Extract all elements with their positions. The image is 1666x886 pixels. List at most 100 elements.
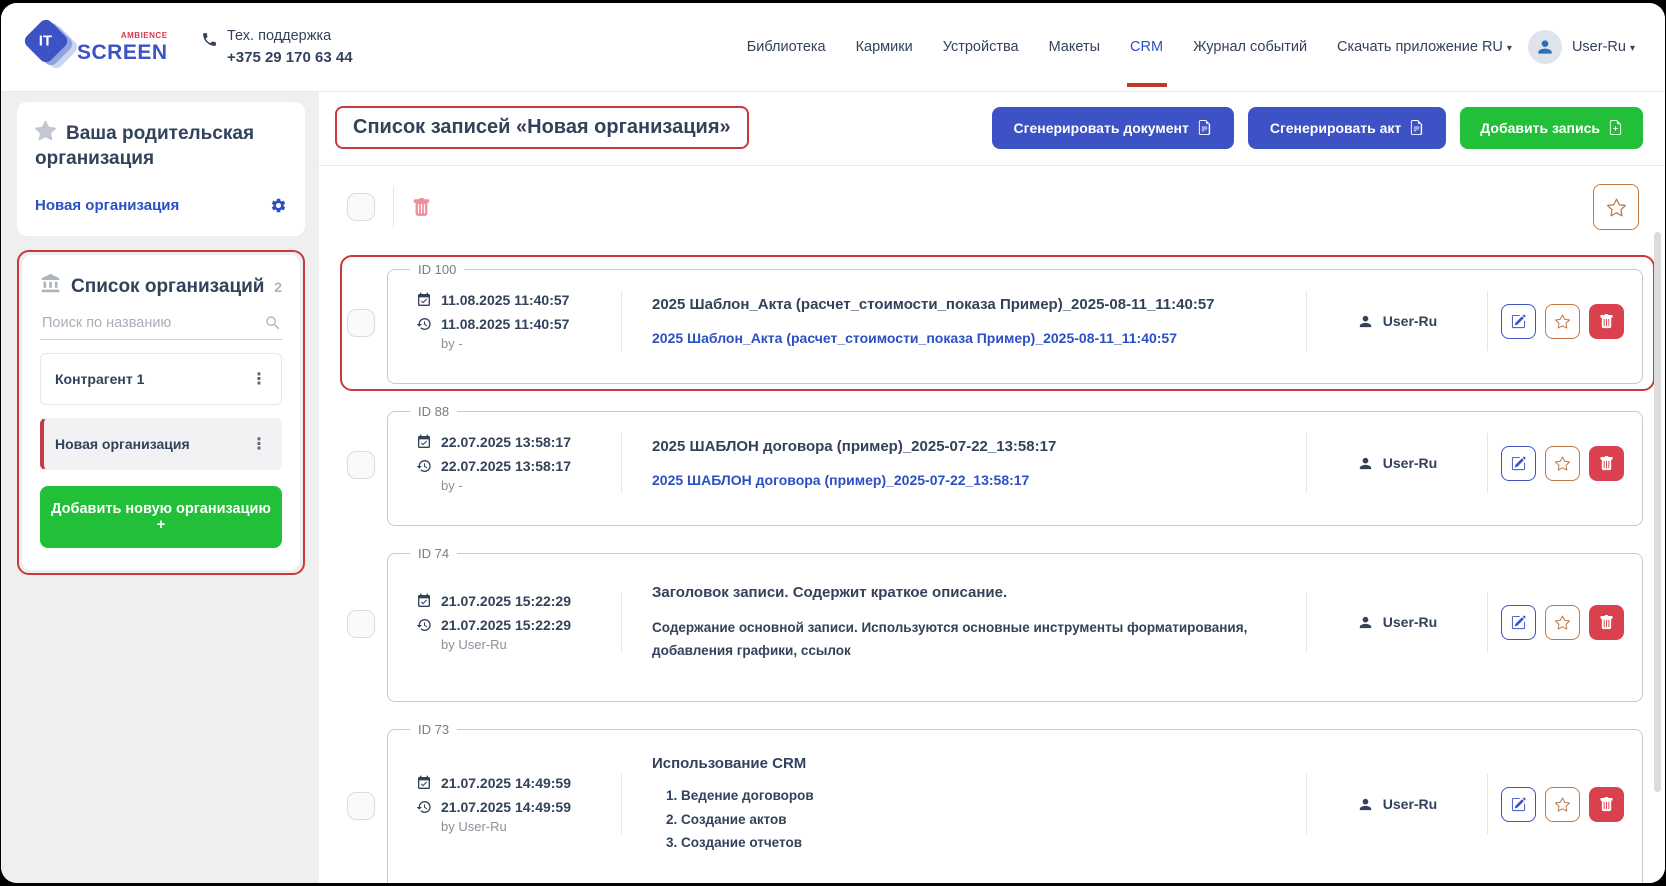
created-date: 21.07.2025 15:22:29 — [441, 592, 571, 610]
parent-org-link[interactable]: Новая организация — [35, 197, 179, 214]
record-link[interactable]: 2025 Шаблон_Акта (расчет_стоимости_показ… — [652, 329, 1276, 349]
record-list-item: 2. Создание актов — [666, 808, 1276, 832]
record-row-id-100: ID 100 11.08.2025 11:40:57 11.08.2025 11… — [347, 262, 1643, 384]
nav-layouts[interactable]: Макеты — [1049, 33, 1100, 61]
logo-diamond-icon: IT — [29, 24, 69, 64]
gear-icon[interactable] — [270, 197, 287, 214]
record-id-label: ID 88 — [410, 404, 457, 419]
pencil-square-icon — [1511, 456, 1526, 471]
nav-karmiki[interactable]: Кармики — [856, 33, 913, 61]
divider — [393, 187, 394, 227]
record-checkbox[interactable] — [347, 610, 375, 638]
record-user: User-Ru — [1307, 455, 1487, 472]
add-record-button[interactable]: Добавить запись — [1460, 107, 1643, 149]
org-count-badge: 2 — [274, 279, 282, 295]
org-list-annotation: Список организаций 2 Контрагент 1 ⋮ Нова… — [17, 250, 305, 575]
calendar-icon — [416, 292, 432, 308]
support-block: Тех. поддержка +375 29 170 63 44 — [201, 28, 353, 66]
org-search-input[interactable] — [40, 314, 264, 332]
org-item-novaya-organizatsiya[interactable]: Новая организация ⋮ — [40, 418, 282, 470]
favorites-filter-button[interactable] — [1593, 184, 1639, 230]
favorite-record-button[interactable] — [1545, 605, 1580, 640]
modified-by: by - — [441, 336, 569, 351]
record-row-id-73: ID 73 21.07.2025 14:49:59 21.07.2025 14:… — [347, 722, 1643, 883]
record-row-id-88: ID 88 22.07.2025 13:58:17 22.07.2025 13:… — [347, 404, 1643, 526]
edit-record-button[interactable] — [1501, 787, 1536, 822]
user-menu[interactable]: User-Ru ▾ — [1572, 39, 1635, 55]
nav-download-app[interactable]: Скачать приложение — [1337, 33, 1478, 61]
delete-record-button[interactable] — [1589, 446, 1624, 481]
chevron-down-icon: ▾ — [1507, 43, 1512, 54]
person-icon — [1357, 455, 1374, 472]
record-actions — [1488, 605, 1628, 640]
modified-date: 22.07.2025 13:58:17 — [441, 457, 571, 475]
chevron-down-icon: ▾ — [1630, 43, 1635, 54]
record-checkbox[interactable] — [347, 792, 375, 820]
page-title: Список записей «Новая организация» — [353, 116, 731, 139]
record-card: ID 100 11.08.2025 11:40:57 11.08.2025 11… — [387, 262, 1643, 384]
page-title-annotation: Список записей «Новая организация» — [335, 106, 749, 149]
modified-date: 21.07.2025 15:22:29 — [441, 616, 571, 634]
records-list: ID 100 11.08.2025 11:40:57 11.08.2025 11… — [335, 262, 1643, 883]
record-dates: 11.08.2025 11:40:57 11.08.2025 11:40:57b… — [402, 286, 621, 355]
record-user: User-Ru — [1307, 614, 1487, 631]
history-icon — [416, 617, 432, 633]
nav-event-log[interactable]: Журнал событий — [1193, 33, 1307, 61]
org-item-kontragent-1[interactable]: Контрагент 1 ⋮ — [40, 353, 282, 405]
pencil-square-icon — [1511, 615, 1526, 630]
star-icon — [1555, 615, 1570, 630]
favorite-record-button[interactable] — [1545, 446, 1580, 481]
trash-icon — [1599, 314, 1614, 329]
favorite-record-button[interactable] — [1545, 304, 1580, 339]
nav-devices[interactable]: Устройства — [943, 33, 1019, 61]
dots-menu-icon[interactable]: ⋮ — [251, 434, 267, 454]
select-all-checkbox[interactable] — [347, 193, 375, 221]
main-nav: Библиотека Кармики Устройства Макеты CRM… — [747, 33, 1478, 61]
person-icon — [1535, 37, 1555, 57]
record-checkbox[interactable] — [347, 309, 375, 337]
generate-document-button[interactable]: Сгенерировать документ — [992, 107, 1234, 149]
modified-by: by User-Ru — [441, 819, 571, 834]
language-selector[interactable]: RU ▾ — [1482, 39, 1512, 55]
record-card: ID 74 21.07.2025 15:22:29 21.07.2025 15:… — [387, 546, 1643, 702]
document-icon — [1409, 120, 1424, 135]
favorite-record-button[interactable] — [1545, 787, 1580, 822]
record-title: 2025 ШАБЛОН договора (пример)_2025-07-22… — [652, 436, 1276, 457]
edit-record-button[interactable] — [1501, 446, 1536, 481]
record-actions — [1488, 304, 1628, 339]
avatar[interactable] — [1528, 30, 1562, 64]
app-window: IT AMBIENCE SCREEN Тех. поддержка +375 2… — [1, 3, 1665, 883]
star-icon — [1555, 314, 1570, 329]
trash-icon — [1599, 797, 1614, 812]
record-link[interactable]: 2025 ШАБЛОН договора (пример)_2025-07-22… — [652, 471, 1276, 491]
records-toolbar — [335, 166, 1643, 236]
nav-crm[interactable]: CRM — [1130, 33, 1163, 61]
calendar-icon — [416, 434, 432, 450]
scrollbar[interactable] — [1654, 232, 1661, 792]
dots-menu-icon[interactable]: ⋮ — [251, 369, 267, 389]
parent-org-title: Ваша родительская организация — [35, 120, 287, 171]
created-date: 21.07.2025 14:49:59 — [441, 774, 571, 792]
record-actions — [1488, 446, 1628, 481]
pencil-square-icon — [1511, 797, 1526, 812]
record-actions — [1488, 787, 1628, 822]
star-icon — [1555, 797, 1570, 812]
phone-icon — [201, 31, 218, 48]
add-organization-button[interactable]: Добавить новую организацию + — [40, 486, 282, 548]
delete-record-button[interactable] — [1589, 787, 1624, 822]
logo-badge: AMBIENCE — [121, 32, 168, 40]
delete-record-button[interactable] — [1589, 605, 1624, 640]
nav-library[interactable]: Библиотека — [747, 33, 826, 61]
generate-act-button[interactable]: Сгенерировать акт — [1248, 107, 1446, 149]
edit-record-button[interactable] — [1501, 605, 1536, 640]
record-checkbox[interactable] — [347, 451, 375, 479]
bulk-delete-icon[interactable] — [412, 198, 431, 217]
record-id-label: ID 74 — [410, 546, 457, 561]
history-icon — [416, 458, 432, 474]
modified-date: 11.08.2025 11:40:57 — [441, 315, 569, 333]
delete-record-button[interactable] — [1589, 304, 1624, 339]
logo-name: SCREEN — [77, 42, 168, 63]
edit-record-button[interactable] — [1501, 304, 1536, 339]
created-date: 22.07.2025 13:58:17 — [441, 433, 571, 451]
record-row-id-74: ID 74 21.07.2025 15:22:29 21.07.2025 15:… — [347, 546, 1643, 702]
